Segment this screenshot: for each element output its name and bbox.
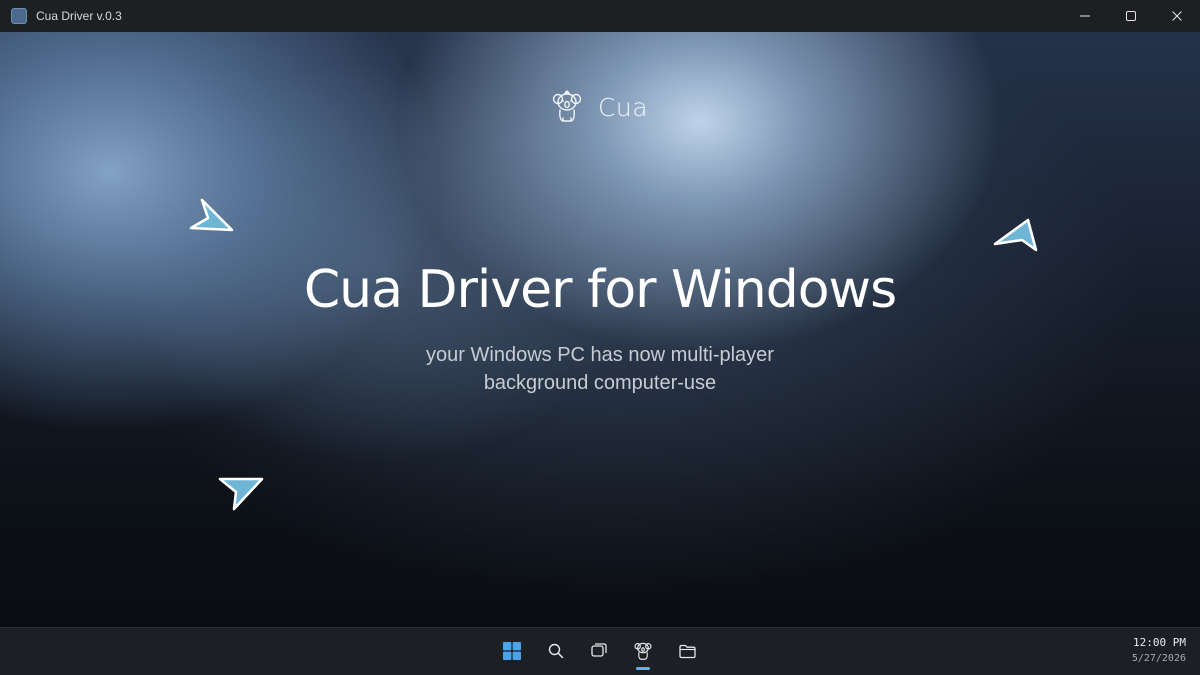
task-view-icon [591,643,607,657]
task-view-button[interactable] [582,634,616,668]
system-clock[interactable]: 12:00 PM 5/27/2026 [1132,635,1186,667]
cursor-arrow-icon [218,477,264,511]
search-button[interactable] [539,634,573,668]
brand: Cua [0,90,1200,124]
maximize-button[interactable] [1108,0,1154,32]
minimize-icon [1080,15,1090,17]
close-button[interactable] [1154,0,1200,32]
subtitle-line-2: background computer-use [483,372,717,394]
cursor-arrow-icon [993,218,1038,252]
minimize-button[interactable] [1062,0,1108,32]
hero-area: Cua Cua Driver for Windows your Windows … [0,32,1200,627]
brand-name: Cua [597,92,649,122]
close-icon [1172,11,1182,21]
title-bar[interactable]: Cua Driver v.0.3 [0,0,1200,32]
clock-time: 12:00 PM [1133,636,1186,649]
taskbar: 12:00 PM 5/27/2026 [0,627,1200,675]
maximize-icon [1126,11,1136,21]
start-icon [503,642,521,660]
app-icon [11,8,27,24]
file-explorer-icon [678,644,696,658]
search-icon [548,643,564,659]
cua-app-button[interactable] [626,634,660,670]
window-controls [1062,0,1200,32]
clock-date: 5/27/2026 [1131,653,1186,664]
cua-app-icon [634,642,652,660]
start-button[interactable] [495,634,529,668]
file-explorer-button[interactable] [670,634,704,668]
cursor-arrow-icon [189,198,234,232]
window-title: Cua Driver v.0.3 [36,9,122,23]
koala-logo-icon [552,90,582,122]
active-app-indicator [636,667,650,670]
app-window: Cua Driver v.0.3 Cua Cua Driver for Wind… [0,0,1200,675]
subtitle-line-1: your Windows PC has now multi-player [426,344,774,366]
headline: Cua Driver for Windows [303,260,897,320]
